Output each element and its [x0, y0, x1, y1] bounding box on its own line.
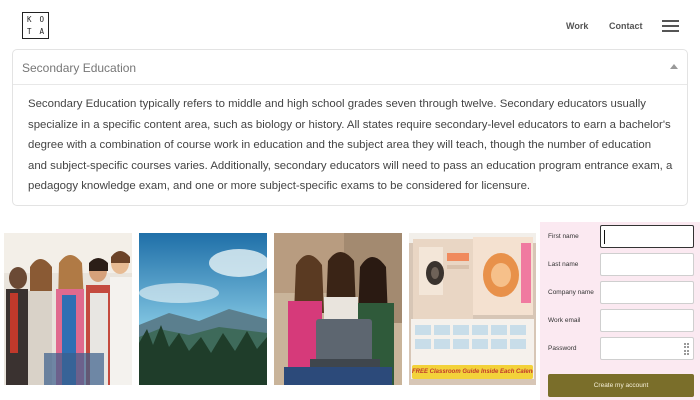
calendar-promo-banner: FREE Classroom Guide Inside Each Calenda… — [412, 365, 533, 379]
accordion-title: Secondary Education — [22, 61, 137, 75]
pet-calendar-photo: FREE Classroom Guide Inside Each Calenda… — [409, 233, 536, 385]
text-cursor — [604, 230, 605, 244]
first-name-label: First name — [548, 233, 579, 240]
first-name-row: First name — [540, 225, 700, 249]
last-name-label: Last name — [548, 261, 579, 268]
password-label: Password — [548, 345, 577, 352]
accordion-header[interactable]: Secondary Education — [13, 50, 687, 85]
work-email-field[interactable] — [600, 309, 694, 332]
logo-letter: O — [39, 14, 44, 24]
last-name-row: Last name — [540, 253, 700, 277]
logo-letter: K — [26, 14, 32, 24]
page: K O T A Work Contact Secondary Education… — [0, 0, 700, 400]
signup-form: First name Last name Company name Work e… — [540, 222, 700, 400]
site-header: K O T A Work Contact — [0, 0, 700, 50]
company-name-field[interactable] — [600, 281, 694, 304]
kota-logo[interactable]: K O T A — [22, 12, 49, 39]
company-name-label: Company name — [548, 289, 594, 296]
password-field[interactable] — [600, 337, 694, 360]
first-name-field[interactable] — [600, 225, 694, 248]
caret-up-icon[interactable] — [670, 64, 678, 69]
students-laptop-photo — [274, 233, 402, 385]
work-email-label: Work email — [548, 317, 581, 324]
nav-work-link[interactable]: Work — [566, 21, 588, 31]
work-email-row: Work email — [540, 309, 700, 333]
logo-letter: T — [26, 27, 32, 37]
accordion-body-text: Secondary Education typically refers to … — [28, 98, 673, 192]
accordion-panel: Secondary Education Secondary Education … — [12, 49, 688, 206]
logo-letter: A — [39, 27, 44, 37]
company-name-row: Company name — [540, 281, 700, 305]
create-account-button[interactable]: Create my account — [548, 374, 694, 397]
nav-contact-link[interactable]: Contact — [609, 21, 643, 31]
last-name-field[interactable] — [600, 253, 694, 276]
hamburger-icon[interactable] — [662, 20, 679, 32]
students-group-photo — [4, 233, 132, 385]
mountain-landscape-photo — [139, 233, 267, 385]
password-manager-icon[interactable] — [684, 343, 689, 355]
password-row: Password — [540, 337, 700, 361]
